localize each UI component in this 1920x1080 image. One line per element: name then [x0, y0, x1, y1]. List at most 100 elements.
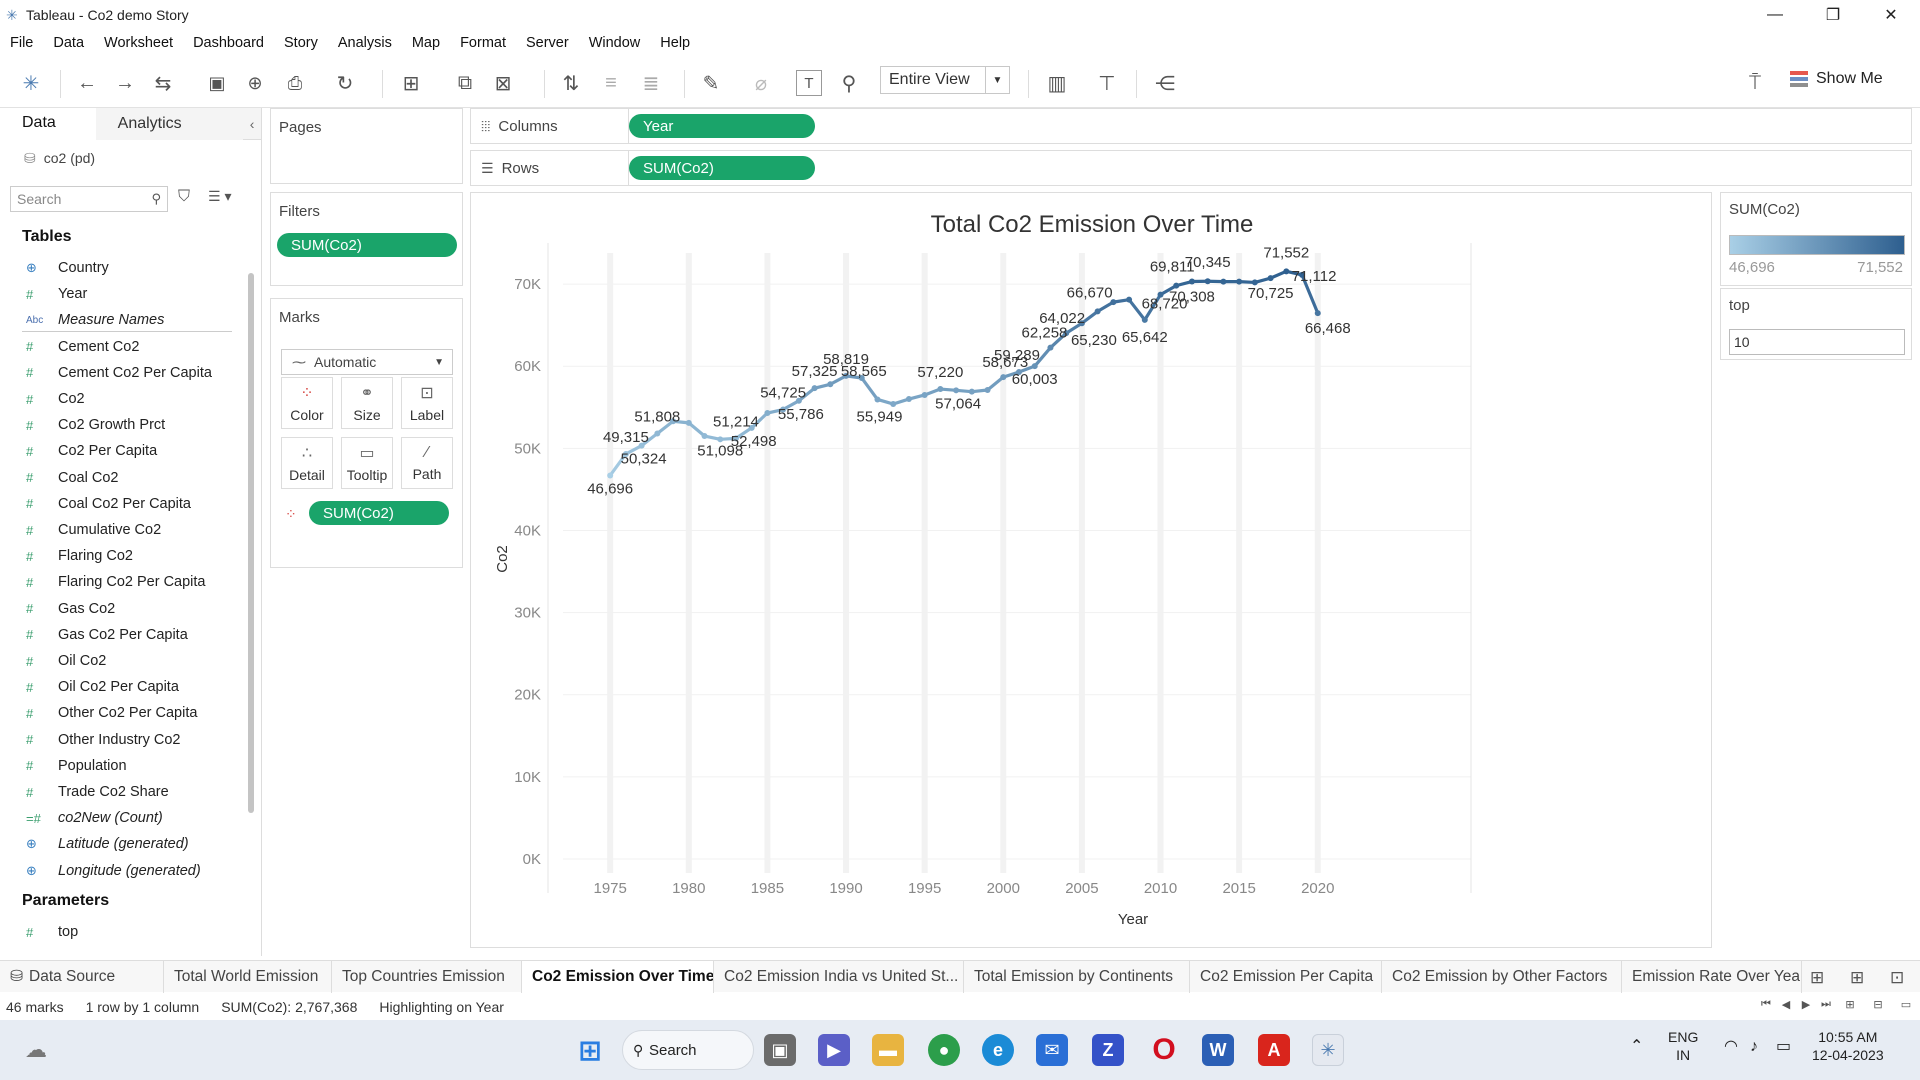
menu-window[interactable]: Window	[589, 35, 641, 51]
parameter-item-top[interactable]: # top	[26, 920, 78, 944]
field-item[interactable]: =# co2New (Count)	[26, 806, 163, 830]
menu-format[interactable]: Format	[460, 35, 506, 51]
presentation-mode-icon[interactable]: ⊤	[1094, 70, 1120, 96]
detail-button[interactable]: ∴ Detail	[281, 437, 333, 489]
battery-icon[interactable]: ▭	[1776, 1038, 1791, 1056]
field-item[interactable]: # Cement Co2 Per Capita	[26, 361, 212, 385]
filter-pill-sum-co2[interactable]: SUM(Co2)	[277, 233, 457, 257]
sort-descending-icon[interactable]: ≣	[638, 70, 664, 96]
duplicate-sheet-icon[interactable]: ⧉	[452, 70, 478, 96]
tab-co2-emission-over-time[interactable]: Co2 Emission Over Time	[522, 960, 714, 993]
tab-data-source[interactable]: ⛁ Data Source	[0, 960, 164, 993]
tab-data[interactable]: Data	[0, 108, 96, 140]
undo-icon[interactable]: ←	[74, 70, 100, 96]
office-app-icon[interactable]: Z	[1092, 1034, 1124, 1066]
show-cards-icon[interactable]: ▥	[1044, 70, 1070, 96]
start-button-icon[interactable]: ⊞	[574, 1034, 606, 1066]
field-item[interactable]: # Cumulative Co2	[26, 518, 161, 542]
field-item[interactable]: # Gas Co2 Per Capita	[26, 623, 188, 647]
refresh-icon[interactable]: ↻	[332, 70, 358, 96]
field-item[interactable]: ⊕ Country	[26, 256, 109, 280]
field-item[interactable]: # Trade Co2 Share	[26, 780, 169, 804]
redo-icon[interactable]: →	[112, 70, 138, 96]
show-me-button[interactable]: Show Me	[1790, 70, 1883, 88]
color-button[interactable]: ⁘ Color	[281, 377, 333, 429]
field-item[interactable]: ⊕ Longitude (generated)	[26, 859, 201, 883]
prev-sheet-icon[interactable]: ◀	[1776, 998, 1796, 1011]
tab-total-emission-by-continents[interactable]: Total Emission by Continents	[964, 960, 1190, 993]
tooltip-button[interactable]: ▭ Tooltip	[341, 437, 393, 489]
mark-type-select[interactable]: ⁓ Automatic ▼	[281, 349, 453, 375]
mail-icon[interactable]: ✉	[1036, 1034, 1068, 1066]
field-item[interactable]: # Population	[26, 754, 127, 778]
filters-card[interactable]: Filters SUM(Co2)	[270, 192, 463, 286]
new-worksheet-tab-icon[interactable]: ⊞	[1810, 968, 1824, 988]
field-item[interactable]: # Cement Co2	[26, 335, 139, 359]
show-mark-labels-icon[interactable]: T	[796, 70, 822, 96]
clock[interactable]: 10:55 AM 12-04-2023	[1812, 1028, 1884, 1064]
rows-pill-sum-co2[interactable]: SUM(Co2)	[629, 156, 815, 180]
field-item[interactable]: # Oil Co2	[26, 649, 106, 673]
language-indicator[interactable]: ENG IN	[1668, 1028, 1698, 1064]
menu-dashboard[interactable]: Dashboard	[193, 35, 264, 51]
tableau-logo-icon[interactable]: ✳	[18, 70, 44, 96]
clear-sheet-icon[interactable]: ⊠	[490, 70, 516, 96]
new-dashboard-tab-icon[interactable]: ⊞	[1850, 968, 1864, 988]
new-datasource-icon[interactable]: ⊕	[242, 70, 268, 96]
menu-help[interactable]: Help	[660, 35, 690, 51]
menu-worksheet[interactable]: Worksheet	[104, 35, 173, 51]
filmstrip-view-icon[interactable]: ⊞	[1836, 998, 1864, 1011]
tab-analytics[interactable]: Analytics	[95, 108, 244, 140]
field-item[interactable]: # Other Industry Co2	[26, 728, 181, 752]
sorter-view-icon[interactable]: ⊟	[1864, 998, 1892, 1011]
field-item[interactable]: # Co2 Growth Prct	[26, 413, 165, 437]
field-item[interactable]: # Coal Co2	[26, 466, 118, 490]
fix-axes-icon[interactable]: ⚲	[836, 70, 862, 96]
first-sheet-icon[interactable]: ⏮	[1756, 998, 1776, 1011]
tab-co2-emission-per-capita[interactable]: Co2 Emission Per Capita	[1190, 960, 1382, 993]
line-chart[interactable]: 0K 10K 20K 30K 40K 50K 60K 70K 1975 1980 1985 1990 1…	[471, 193, 1713, 949]
last-sheet-icon[interactable]: ⏭	[1816, 998, 1836, 1011]
field-item[interactable]: # Other Co2 Per Capita	[26, 701, 197, 725]
data-pane-scrollbar[interactable]	[248, 273, 254, 813]
group-members-icon[interactable]: ⌀	[748, 70, 774, 96]
menu-server[interactable]: Server	[526, 35, 569, 51]
menu-data[interactable]: Data	[53, 35, 84, 51]
swap-rows-columns-icon[interactable]: ⇅	[558, 70, 584, 96]
columns-pill-year[interactable]: Year	[629, 114, 815, 138]
tableau-taskbar-icon[interactable]: ✳	[1312, 1034, 1344, 1066]
field-item[interactable]: # Oil Co2 Per Capita	[26, 675, 179, 699]
menu-analysis[interactable]: Analysis	[338, 35, 392, 51]
maximize-button[interactable]: ❐	[1804, 0, 1862, 30]
field-item[interactable]: # Co2	[26, 387, 85, 411]
word-icon[interactable]: W	[1202, 1034, 1234, 1066]
sort-ascending-icon[interactable]: ≡	[598, 70, 624, 96]
path-button[interactable]: ⁄ Path	[401, 437, 453, 489]
field-item[interactable]: # Gas Co2	[26, 597, 115, 621]
parameter-input[interactable]	[1729, 329, 1905, 355]
share-icon[interactable]: ⋲	[1152, 70, 1178, 96]
field-item[interactable]: # Flaring Co2	[26, 544, 133, 568]
new-worksheet-icon[interactable]: ⊞	[398, 70, 424, 96]
pages-card[interactable]: Pages	[270, 108, 463, 184]
label-button[interactable]: ⊡ Label	[401, 377, 453, 429]
field-item[interactable]: # Flaring Co2 Per Capita	[26, 570, 206, 594]
new-story-tab-icon[interactable]: ⊡	[1890, 968, 1904, 988]
columns-shelf[interactable]: ⦙⦙⦙ Columns Year	[470, 108, 1912, 144]
highlight-icon[interactable]: ✎	[698, 70, 724, 96]
color-legend[interactable]: SUM(Co2) 46,696 71,552	[1720, 192, 1912, 286]
rows-shelf[interactable]: ☰ Rows SUM(Co2)	[470, 150, 1912, 186]
replay-icon[interactable]: ⇆	[150, 70, 176, 96]
close-button[interactable]: ✕	[1862, 0, 1920, 30]
size-button[interactable]: ⚭ Size	[341, 377, 393, 429]
field-item[interactable]: ⊕ Latitude (generated)	[26, 832, 189, 856]
menu-story[interactable]: Story	[284, 35, 318, 51]
tab-co2-emission-other-factors[interactable]: Co2 Emission by Other Factors	[1382, 960, 1622, 993]
next-sheet-icon[interactable]: ▶	[1796, 998, 1816, 1011]
marks-pill-sum-co2[interactable]: SUM(Co2)	[309, 501, 449, 525]
fit-view-select[interactable]: Entire View ▼	[880, 66, 1010, 94]
tab-co2-emission-india-vs-us[interactable]: Co2 Emission India vs United St...	[714, 960, 964, 993]
field-item[interactable]: Abc Measure Names	[26, 308, 164, 332]
menu-file[interactable]: File	[10, 35, 33, 51]
teams-chat-icon[interactable]: ▶	[818, 1034, 850, 1066]
